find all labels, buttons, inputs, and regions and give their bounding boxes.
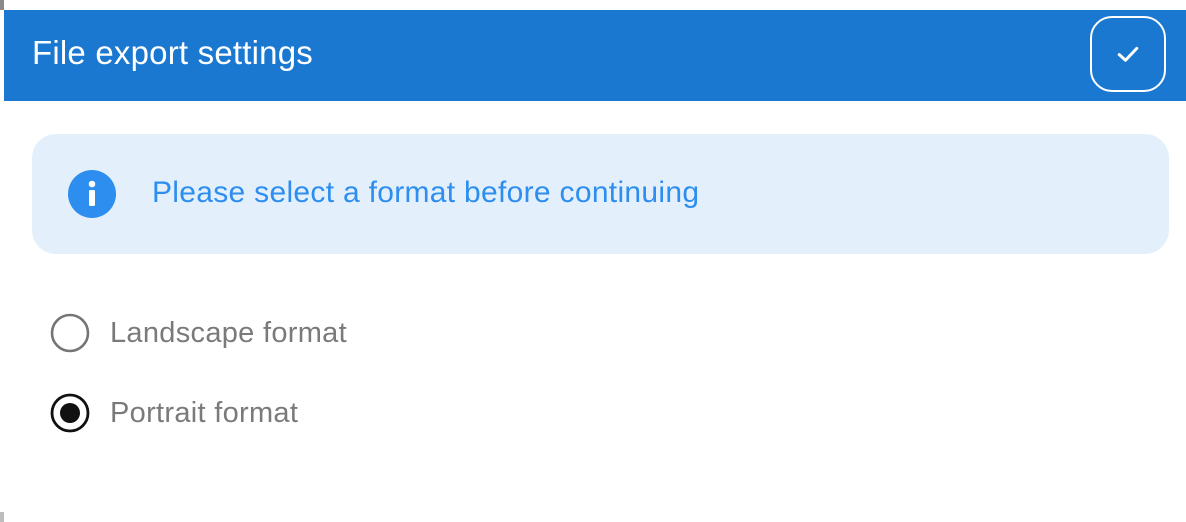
option-landscape[interactable]: Landscape format bbox=[50, 309, 347, 357]
option-portrait[interactable]: Portrait format bbox=[50, 389, 298, 437]
info-banner: Please select a format before continuing bbox=[32, 134, 1169, 254]
confirm-button[interactable] bbox=[1090, 16, 1166, 92]
window-edge-top bbox=[0, 0, 4, 10]
option-label-landscape: Landscape format bbox=[110, 316, 347, 349]
banner-message: Please select a format before continuing bbox=[152, 176, 700, 209]
check-icon bbox=[1117, 46, 1139, 62]
export-settings-dialog: File export settings Please select a for… bbox=[4, 10, 1186, 522]
option-label-portrait: Portrait format bbox=[110, 396, 299, 429]
info-icon bbox=[68, 170, 116, 218]
dialog-title: File export settings bbox=[32, 34, 313, 71]
radio-selected-icon[interactable] bbox=[50, 393, 90, 433]
radio-unselected-icon[interactable] bbox=[50, 313, 90, 353]
dialog-header: File export settings bbox=[4, 10, 1186, 101]
